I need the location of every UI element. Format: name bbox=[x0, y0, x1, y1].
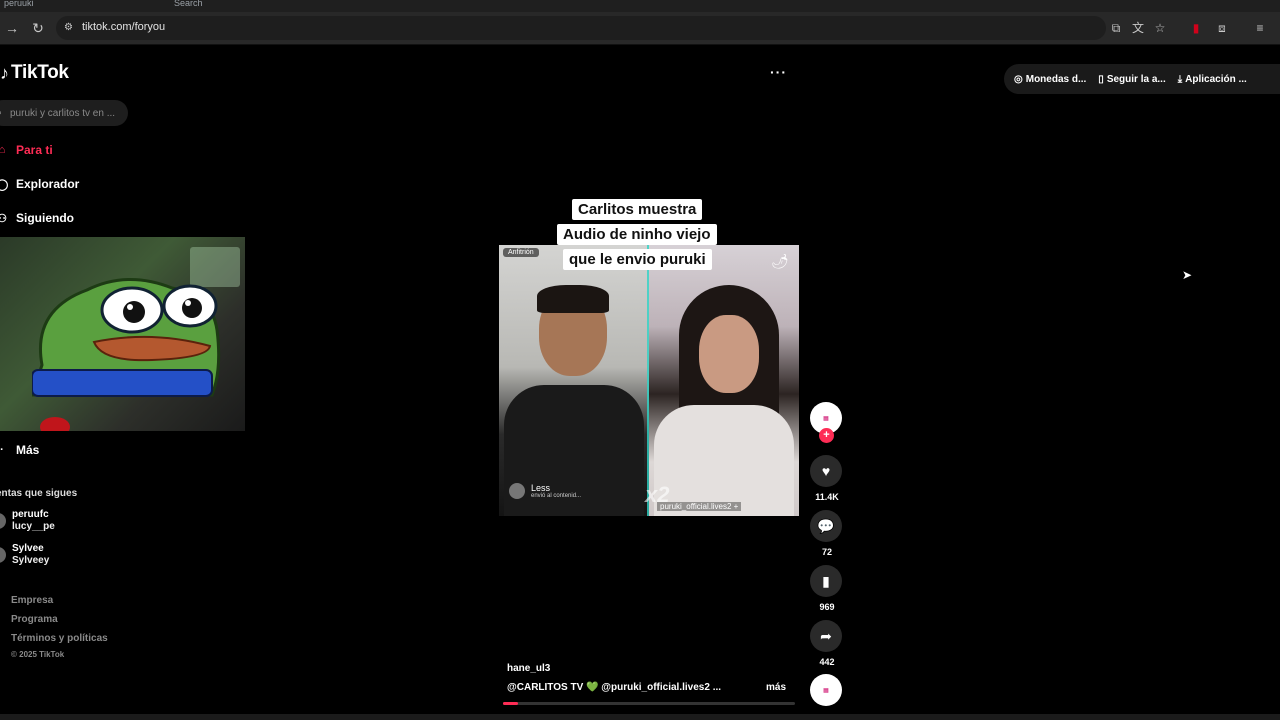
share-arrow-icon: ➦ bbox=[810, 620, 842, 652]
caption-line: Carlitos muestra bbox=[572, 199, 703, 220]
gift-sub: envió al contenid... bbox=[531, 493, 582, 499]
install-app-icon[interactable]: ⧉ bbox=[1106, 18, 1126, 38]
save-button[interactable]: ▮ 969 bbox=[810, 565, 844, 612]
chili-icon: 🌶 bbox=[771, 253, 789, 269]
more-options-button[interactable]: ··· bbox=[770, 64, 787, 80]
follow-plus-icon[interactable]: + bbox=[819, 428, 834, 443]
caption-line: Audio de ninho viejo bbox=[557, 224, 717, 245]
footer-link-program[interactable]: Programa bbox=[11, 614, 58, 625]
browser-tab-strip: peruuki Search bbox=[0, 0, 1280, 12]
split-divider bbox=[647, 245, 649, 516]
comment-icon: 💬 bbox=[810, 510, 842, 542]
site-settings-icon[interactable]: ⚙ bbox=[64, 22, 76, 34]
get-app-button[interactable]: ⤓ Aplicación ... bbox=[1178, 74, 1247, 85]
account-name: peruufc bbox=[12, 509, 49, 520]
sidebar-item-label: Siguiendo bbox=[16, 211, 74, 225]
account-item[interactable]: peruufc lucy__pe bbox=[0, 509, 55, 533]
extensions-puzzle-icon[interactable]: ⧈ bbox=[1212, 18, 1232, 38]
sidebar-item-label: Para ti bbox=[16, 143, 53, 157]
like-button[interactable]: ♥ 11.4K bbox=[810, 455, 844, 502]
footer-link-terms[interactable]: Términos y políticas bbox=[11, 633, 108, 644]
reload-icon[interactable]: ↻ bbox=[28, 18, 48, 38]
more-dots-icon: · bbox=[0, 444, 4, 456]
gift-sender: Less bbox=[531, 483, 551, 493]
music-disc-icon: ▦ bbox=[810, 674, 842, 706]
follow-app-label: Seguir la a... bbox=[1106, 73, 1166, 85]
browser-toolbar: → ↻ ⚙ tiktok.com/foryou ⧉ 文 ☆ ▮ ⧈ ≡ bbox=[0, 12, 1280, 45]
avatar bbox=[0, 547, 6, 563]
forward-icon[interactable]: → bbox=[2, 18, 22, 38]
heart-icon: ♥ bbox=[810, 455, 842, 487]
get-app-label: Aplicación ... bbox=[1185, 73, 1247, 85]
video-progress-fill bbox=[503, 702, 518, 705]
video-left-panel bbox=[499, 245, 649, 516]
search-placeholder: puruki y carlitos tv en ... bbox=[10, 107, 116, 119]
account-handle: Sylveey bbox=[12, 555, 50, 566]
home-icon: ⌂ bbox=[0, 144, 6, 156]
logo-text: TikTok bbox=[11, 62, 69, 83]
sidebar-item-more[interactable]: · Más bbox=[0, 443, 39, 457]
footer-link-company[interactable]: Empresa bbox=[11, 595, 53, 606]
share-count: 442 bbox=[819, 657, 835, 667]
media-controls-icon[interactable]: ≡ bbox=[1250, 18, 1270, 38]
follow-app-button[interactable]: ▯ Seguir la a... bbox=[1098, 74, 1165, 85]
avatar bbox=[0, 513, 6, 529]
author-avatar-button[interactable]: ▦ + bbox=[810, 402, 844, 446]
avatar bbox=[509, 483, 525, 499]
phone-icon: ▯ bbox=[1098, 73, 1104, 85]
video-player[interactable]: Anfitrión 🌶 Less envió al contenid... x2… bbox=[499, 245, 799, 516]
account-name: Sylvee bbox=[12, 543, 44, 554]
sidebar-item-following[interactable]: ⚇ Siguiendo bbox=[0, 211, 74, 225]
video-progress-bar[interactable] bbox=[503, 702, 795, 705]
extension-icon[interactable]: ▮ bbox=[1186, 18, 1206, 38]
download-icon: ⤓ bbox=[1177, 73, 1183, 85]
search-input[interactable]: ⌕ puruki y carlitos tv en ... bbox=[0, 100, 128, 126]
more-description-button[interactable]: más bbox=[766, 682, 786, 693]
tiktok-logo[interactable]: ♪ TikTok bbox=[0, 62, 69, 84]
coins-button[interactable]: ◎ Monedas d... bbox=[1014, 74, 1086, 85]
comment-count: 72 bbox=[821, 547, 832, 557]
top-actions-bar: ◎ Monedas d... ▯ Seguir la a... ⤓ Aplica… bbox=[1004, 64, 1280, 94]
following-accounts-title: entas que sigues bbox=[0, 488, 78, 499]
sound-disc-button[interactable]: ▦ bbox=[810, 674, 844, 706]
sidebar-item-explore[interactable]: ◯ Explorador bbox=[0, 177, 79, 191]
host-badge: Anfitrión bbox=[503, 248, 539, 257]
people-icon: ⚇ bbox=[0, 212, 7, 225]
browser-tab[interactable]: peruuki bbox=[4, 0, 154, 12]
translate-icon[interactable]: 文 bbox=[1128, 18, 1148, 38]
video-right-panel bbox=[649, 245, 799, 516]
browser-tab[interactable]: Search bbox=[174, 0, 294, 12]
address-bar[interactable]: ⚙ tiktok.com/foryou bbox=[56, 16, 1106, 40]
like-count: 11.4K bbox=[815, 492, 839, 502]
bottom-strip bbox=[0, 714, 1280, 720]
account-item[interactable]: Sylvee Sylveey bbox=[0, 543, 49, 567]
cohost-tag: puruki_official.lives2 + bbox=[657, 502, 742, 511]
comment-button[interactable]: 💬 72 bbox=[810, 510, 844, 557]
url-text[interactable]: tiktok.com/foryou bbox=[82, 21, 165, 33]
mouse-cursor-icon: ➤ bbox=[1182, 268, 1193, 282]
sidebar-item-label: Más bbox=[16, 443, 40, 457]
sidebar-item-label: Explorador bbox=[16, 177, 80, 191]
coins-label: Monedas d... bbox=[1025, 73, 1087, 85]
bookmark-icon: ▮ bbox=[810, 565, 842, 597]
copyright: © 2025 TikTok bbox=[11, 650, 65, 659]
bookmark-star-icon[interactable]: ☆ bbox=[1150, 18, 1170, 38]
account-handle: lucy__pe bbox=[12, 521, 55, 532]
save-count: 969 bbox=[819, 602, 835, 612]
tiktok-note-icon: ♪ bbox=[0, 62, 9, 83]
coin-icon: ◎ bbox=[1014, 73, 1023, 85]
search-icon: ⌕ bbox=[0, 107, 10, 120]
gift-notification: Less envió al contenid... bbox=[509, 483, 581, 499]
caption-line: que le envio puruki bbox=[563, 249, 712, 270]
author-handle[interactable]: hane_ul3 bbox=[507, 663, 550, 674]
sidebar-item-for-you[interactable]: ⌂ Para ti bbox=[0, 143, 53, 157]
pepe-emote-image bbox=[32, 278, 221, 397]
compass-icon: ◯ bbox=[0, 178, 9, 191]
share-button[interactable]: ➦ 442 bbox=[810, 620, 844, 667]
video-description[interactable]: @CARLITOS TV 💚 @puruki_official.lives2 .… bbox=[507, 682, 721, 693]
